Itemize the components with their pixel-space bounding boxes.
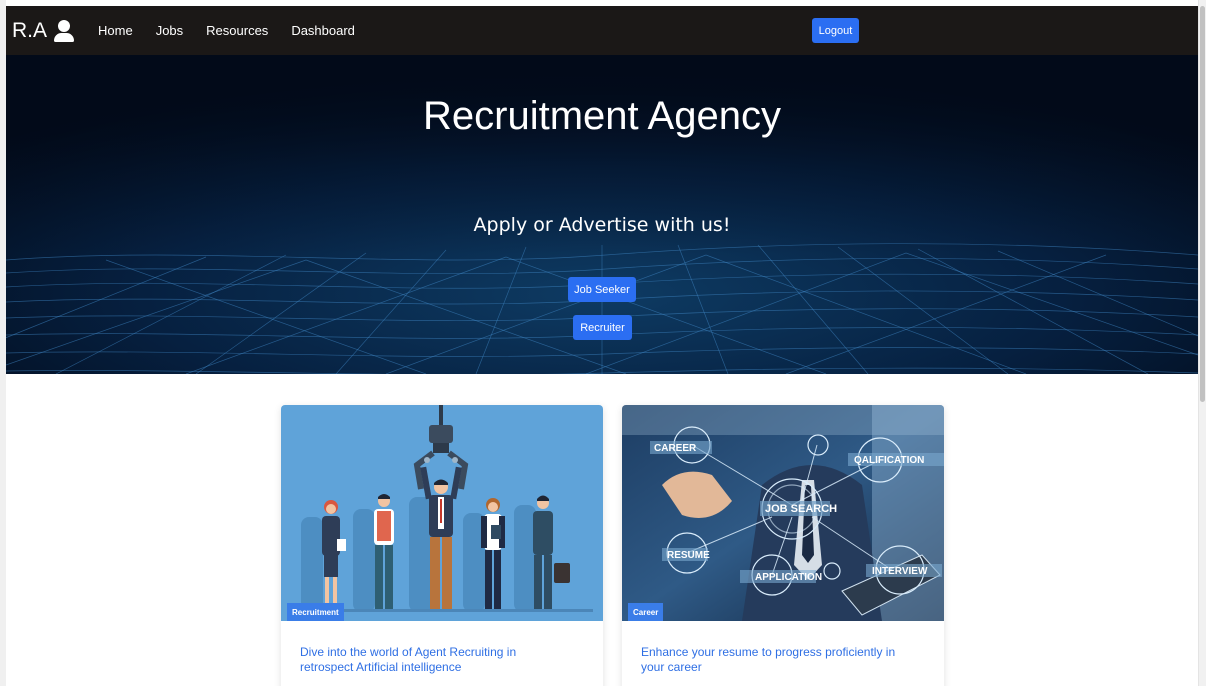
brand-text: R.A [12, 18, 48, 42]
hero-banner: Recruitment Agency Apply or Advertise wi… [6, 55, 1198, 374]
category-badge: Career [628, 603, 664, 621]
article-card-recruitment[interactable]: Recruitment Dive into the world of Agent… [281, 405, 603, 686]
hero-title: Recruitment Agency [423, 94, 781, 138]
recruiter-button[interactable]: Recruiter [573, 315, 632, 340]
job-search-tag: JOB SEARCH [765, 503, 837, 515]
logout-button[interactable]: Logout [812, 18, 859, 43]
application-tag: APPLICATION [755, 572, 822, 583]
career-tag: CAREER [654, 443, 697, 454]
nav-dashboard[interactable]: Dashboard [291, 23, 355, 38]
card-title-link[interactable]: Enhance your resume to progress proficie… [641, 645, 911, 675]
nav-links: Home Jobs Resources Dashboard [93, 23, 373, 38]
brand[interactable]: R.A [12, 19, 75, 43]
job-search-concept-image: CAREER QALIFICATION JOB SEARCH RESUME AP… [622, 405, 944, 621]
hero-subtitle: Apply or Advertise with us! [473, 214, 731, 236]
category-badge: Recruitment [287, 603, 344, 621]
interview-tag: INTERVIEW [872, 566, 928, 577]
qalification-tag: QALIFICATION [854, 455, 924, 466]
nav-jobs[interactable]: Jobs [156, 23, 183, 38]
resume-tag: RESUME [667, 550, 710, 561]
card-title-link[interactable]: Dive into the world of Agent Recruiting … [300, 645, 570, 675]
scrollbar-thumb[interactable] [1200, 6, 1205, 402]
recruitment-illustration-image [281, 405, 603, 621]
nav-resources[interactable]: Resources [206, 23, 268, 38]
navbar: R.A Home Jobs Resources Dashboard Logout [6, 6, 1198, 55]
vertical-scrollbar[interactable] [1198, 0, 1206, 686]
user-icon [53, 19, 75, 42]
nav-home[interactable]: Home [98, 23, 133, 38]
article-card-career[interactable]: CAREER QALIFICATION JOB SEARCH RESUME AP… [622, 405, 944, 686]
job-seeker-button[interactable]: Job Seeker [568, 277, 636, 302]
